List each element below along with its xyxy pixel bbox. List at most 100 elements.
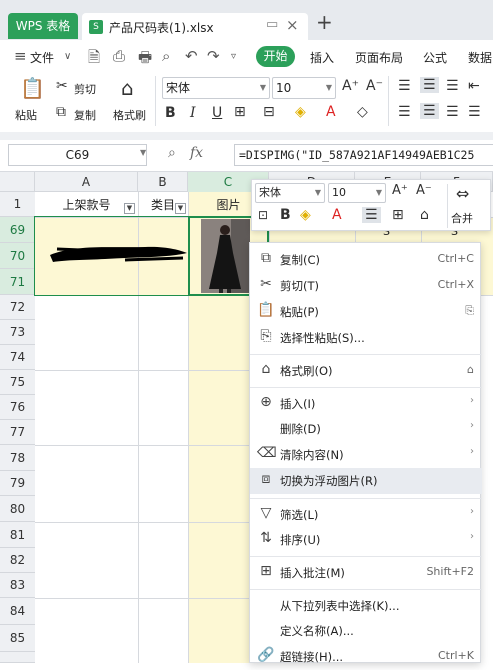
undo-icon[interactable]: ↶: [185, 47, 198, 65]
menu-item-float-image[interactable]: ⧈ 切换为浮动图片(R): [250, 468, 482, 494]
preview-icon[interactable]: ⌕: [162, 47, 170, 65]
row-header[interactable]: 74: [0, 345, 35, 370]
row-header[interactable]: 85: [0, 625, 35, 652]
row-header[interactable]: 72: [0, 295, 35, 320]
lock-format-icon[interactable]: ⌂: [467, 363, 474, 376]
name-box[interactable]: C69: [8, 144, 147, 166]
menu-item-hyperlink[interactable]: 🔗 超链接(H)... Ctrl+K: [250, 644, 482, 670]
tab-formula[interactable]: 公式: [423, 49, 447, 66]
menu-file[interactable]: 文件: [30, 49, 54, 66]
row-header[interactable]: 78: [0, 445, 35, 471]
row-header[interactable]: 81: [0, 522, 35, 548]
border-icon[interactable]: ⊞: [234, 104, 246, 120]
font-color-icon[interactable]: A: [332, 207, 342, 223]
menu-item-clear-content[interactable]: ⌫ 清除内容(N) ›: [250, 442, 482, 468]
menu-item-insert[interactable]: ⊕ 插入(I) ›: [250, 391, 482, 417]
row-header[interactable]: 82: [0, 548, 35, 573]
row-header[interactable]: 77: [0, 420, 35, 445]
redo-icon[interactable]: ↷: [207, 47, 220, 65]
align-center-icon[interactable]: ☰: [362, 207, 381, 223]
close-icon[interactable]: ×: [286, 16, 299, 34]
underline-button[interactable]: U: [212, 105, 222, 121]
increase-font-icon[interactable]: A⁺: [342, 78, 359, 94]
quick-access-dropdown-icon[interactable]: ▿: [231, 51, 236, 62]
align-right-icon[interactable]: ☰: [446, 104, 459, 120]
format-painter-icon[interactable]: ⌂: [420, 207, 429, 223]
tab-start[interactable]: 开始: [256, 46, 295, 67]
row-header[interactable]: 79: [0, 471, 35, 496]
paste-options-icon[interactable]: ⎘: [465, 304, 474, 318]
fill-color-icon[interactable]: ◈: [300, 207, 311, 223]
chevron-down-icon[interactable]: ▼: [140, 148, 146, 157]
menu-item-paste-special[interactable]: ⎘ 选择性粘贴(S)...: [250, 325, 482, 351]
fill-color-icon[interactable]: ◈: [295, 104, 306, 120]
paste-button[interactable]: 粘贴: [15, 107, 37, 123]
menu-item-define-name[interactable]: 定义名称(A)...: [250, 618, 482, 644]
copy-button[interactable]: 复制: [74, 107, 96, 123]
tab-data[interactable]: 数据: [468, 49, 492, 66]
font-family-select[interactable]: 宋体 ▼: [162, 77, 270, 99]
format-painter-button[interactable]: 格式刷: [113, 107, 146, 123]
row-header[interactable]: [0, 652, 35, 663]
copy-icon[interactable]: ⧉: [56, 104, 66, 120]
header-cell-a[interactable]: 上架款号 ▼: [35, 194, 138, 217]
hamburger-icon[interactable]: ≡: [14, 47, 27, 65]
file-tab[interactable]: S 产品尺码表(1).xlsx ▭ ×: [82, 13, 308, 40]
export-icon[interactable]: ⎙: [113, 47, 125, 65]
row-header[interactable]: 80: [0, 496, 35, 522]
chevron-down-icon[interactable]: ∨: [64, 51, 71, 62]
row-header[interactable]: 73: [0, 320, 35, 345]
menu-item-paste[interactable]: 📋 粘贴(P) ⎘: [250, 299, 482, 325]
filter-dropdown-icon[interactable]: ▼: [175, 203, 186, 214]
header-cell-b[interactable]: 类目 ▼: [138, 194, 188, 217]
fx-button[interactable]: fx: [190, 145, 203, 161]
row-header[interactable]: 84: [0, 598, 35, 625]
zoom-icon[interactable]: ⌕: [168, 145, 176, 161]
indent-icon[interactable]: ⇤: [468, 78, 480, 94]
row-header[interactable]: 83: [0, 573, 35, 598]
decrease-font-icon[interactable]: A⁻: [366, 78, 383, 94]
align-center-icon[interactable]: ☰: [420, 103, 439, 119]
app-tab[interactable]: WPS 表格: [8, 13, 78, 39]
menu-item-pick-from-list[interactable]: 从下拉列表中选择(K)...: [250, 593, 482, 619]
select-all-corner[interactable]: [0, 172, 35, 192]
clear-format-icon[interactable]: ◇: [357, 104, 368, 120]
print-icon[interactable]: 🖶: [138, 47, 152, 72]
mini-size-select[interactable]: 10 ▼: [328, 183, 386, 203]
align-middle-icon[interactable]: ☰: [420, 77, 439, 93]
menu-item-delete[interactable]: 删除(D) ›: [250, 416, 482, 442]
tab-page-layout[interactable]: 页面布局: [355, 49, 403, 66]
fill-style-icon[interactable]: ⊟: [263, 104, 275, 120]
menu-item-sort[interactable]: ⇅ 排序(U) ›: [250, 527, 482, 553]
row-header[interactable]: 71: [0, 269, 35, 295]
align-bottom-icon[interactable]: ☰: [446, 78, 459, 94]
cut-button[interactable]: 剪切: [74, 81, 96, 97]
column-header-a[interactable]: A: [35, 172, 138, 192]
wrap-text-icon[interactable]: ⊡: [258, 208, 268, 222]
align-top-icon[interactable]: ☰: [398, 78, 411, 94]
tab-insert[interactable]: 插入: [310, 49, 334, 66]
save-icon[interactable]: 🗎: [88, 47, 100, 72]
merge-icon[interactable]: ⇔: [456, 184, 469, 203]
format-painter-icon[interactable]: ⌂: [121, 76, 134, 100]
bold-button[interactable]: B: [165, 105, 176, 121]
menu-item-filter[interactable]: ▽ 筛选(L) ›: [250, 502, 482, 528]
italic-button[interactable]: I: [190, 105, 196, 121]
scissors-icon[interactable]: ✂: [56, 78, 68, 94]
menu-item-copy[interactable]: ⧉ 复制(C) Ctrl+C: [250, 247, 482, 273]
merge-button[interactable]: 合并: [451, 210, 473, 226]
increase-font-icon[interactable]: A⁺: [392, 183, 408, 198]
menu-item-format-painter[interactable]: ⌂ 格式刷(O) ⌂: [250, 358, 482, 384]
formula-input[interactable]: =DISPIMG("ID_587A921AF14949AEB1C25: [234, 144, 493, 166]
align-left-icon[interactable]: ☰: [398, 104, 411, 120]
menu-item-insert-comment[interactable]: ⊞ 插入批注(M) Shift+F2: [250, 560, 482, 586]
new-tab-button[interactable]: +: [316, 10, 333, 34]
justify-icon[interactable]: ☰: [468, 104, 481, 120]
row-header[interactable]: 76: [0, 395, 35, 420]
font-size-select[interactable]: 10 ▼: [272, 77, 336, 99]
border-icon[interactable]: ⊞: [392, 207, 404, 223]
font-color-icon[interactable]: A: [326, 104, 336, 120]
row-header[interactable]: 69: [0, 217, 35, 243]
row-header[interactable]: 1: [0, 192, 35, 217]
row-header[interactable]: 75: [0, 370, 35, 395]
